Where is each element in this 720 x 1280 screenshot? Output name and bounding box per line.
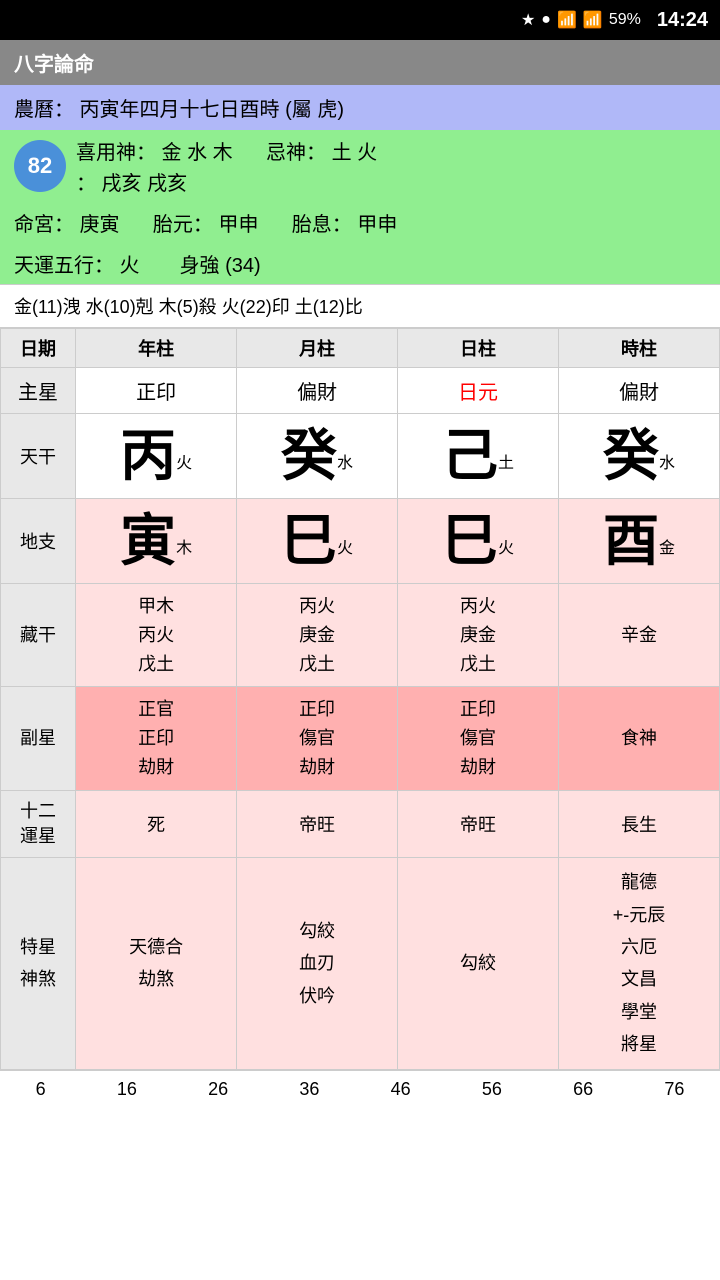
num-46: 46 (391, 1079, 411, 1100)
texing-ri: 勾絞 (398, 858, 559, 1069)
tiangan-shi: 癸水 (559, 414, 720, 499)
app-title: 八字論命 (0, 40, 720, 85)
dizhi-nian: 寅木 (76, 499, 237, 584)
header-date: 日期 (1, 329, 76, 368)
shierxing-nian: 死 (76, 790, 237, 857)
canggan-label: 藏干 (1, 584, 76, 687)
shengqiang-text: 身強 (34) (180, 249, 261, 278)
jishen-text: 忌神： 土 火 (266, 142, 377, 164)
canggan-shi: 辛金 (559, 584, 720, 687)
tiangan-nian: 丙火 (76, 414, 237, 499)
wifi-icon: 📶 (557, 10, 577, 30)
num-26: 26 (208, 1079, 228, 1100)
lunar-date: 農曆： 丙寅年四月十七日酉時 (屬 虎) (0, 85, 720, 130)
shierxing-row: 十二 運星 死 帝旺 帝旺 長生 (1, 790, 720, 857)
zhuxing-nian: 正印 (76, 368, 237, 414)
header-ri: 日柱 (398, 329, 559, 368)
taiyuan-text: 胎元： 甲申 (153, 214, 259, 236)
status-icons: ★ ● 📶 📶 59% (521, 10, 641, 30)
zhuxing-row: 主星 正印 偏財 日元 偏財 (1, 368, 720, 414)
fuxing-ri: 正印 傷官 劫財 (398, 687, 559, 790)
shierxing-shi: 長生 (559, 790, 720, 857)
clock: 14:24 (657, 9, 708, 32)
num-76: 76 (664, 1079, 684, 1100)
texing-shi: 龍德 +-元辰 六厄 文昌 學堂 將星 (559, 858, 720, 1069)
fuxing-yue: 正印 傷官 劫財 (237, 687, 398, 790)
fuxing-nian: 正官 正印 劫財 (76, 687, 237, 790)
texing-row: 特星 神煞 天德合 劫煞 勾絞 血刃 伏吟 勾絞 龍德 +-元辰 六厄 文昌 學… (1, 858, 720, 1069)
tiangan-ri: 己土 (398, 414, 559, 499)
zhuxing-yue: 偏財 (237, 368, 398, 414)
zhuxing-ri: 日元 (398, 368, 559, 414)
xiyong-text: 喜用神： 金 水 木 (76, 142, 233, 164)
dizhi-yue: 巳火 (237, 499, 398, 584)
taixi-text: 胎息： 甲申 (292, 214, 398, 236)
tiangan-label: 天干 (1, 414, 76, 499)
fuxing-label: 副星 (1, 687, 76, 790)
canggan-yue: 丙火 庚金 戊土 (237, 584, 398, 687)
battery-text: 59% (609, 11, 641, 29)
info1-text: 喜用神： 金 水 木 忌神： 土 火 ： 戌亥 戌亥 (76, 136, 377, 196)
num-16: 16 (117, 1079, 137, 1100)
score-circle: 82 (14, 140, 66, 192)
header-shi: 時柱 (559, 329, 720, 368)
texing-nian: 天德合 劫煞 (76, 858, 237, 1069)
num-56: 56 (482, 1079, 502, 1100)
canggan-row: 藏干 甲木 丙火 戊土 丙火 庚金 戊土 丙火 庚金 戊土 辛金 (1, 584, 720, 687)
fuxing-row: 副星 正官 正印 劫財 正印 傷官 劫財 正印 傷官 劫財 食神 (1, 687, 720, 790)
notification-icon: ● (541, 11, 551, 29)
bottom-numbers: 6 16 26 36 46 56 66 76 (0, 1070, 720, 1108)
main-table: 日期 年柱 月柱 日柱 時柱 主星 正印 偏財 日元 偏財 天干 丙火 癸水 己… (0, 328, 720, 1070)
canggan-ri: 丙火 庚金 戊土 (398, 584, 559, 687)
bluetooth-icon: ★ (521, 10, 535, 30)
num-36: 36 (299, 1079, 319, 1100)
dizhi-row: 地支 寅木 巳火 巳火 酉金 (1, 499, 720, 584)
header-yue: 月柱 (237, 329, 398, 368)
fuxing-shi: 食神 (559, 687, 720, 790)
shierxing-label: 十二 運星 (1, 790, 76, 857)
signal-icon: 📶 (583, 10, 603, 30)
xiyong-line: 喜用神： 金 水 木 忌神： 土 火 (76, 136, 377, 165)
tiangan-row: 天干 丙火 癸水 己土 癸水 (1, 414, 720, 499)
dizhi-ri: 巳火 (398, 499, 559, 584)
shierxing-yue: 帝旺 (237, 790, 398, 857)
mingong-text: 命宮： 庚寅 (14, 214, 120, 236)
dizhi-shi: 酉金 (559, 499, 720, 584)
dizhi-label: 地支 (1, 499, 76, 584)
zhuxing-shi: 偏財 (559, 368, 720, 414)
tianyun-text: 天運五行： 火 (14, 249, 140, 278)
canggan-nian: 甲木 丙火 戊土 (76, 584, 237, 687)
tianyun-section: 天運五行： 火 身強 (34) (0, 243, 720, 284)
texing-label: 特星 神煞 (1, 858, 76, 1069)
num-6: 6 (36, 1079, 46, 1100)
mingong-section: 命宮： 庚寅 胎元： 甲申 胎息： 甲申 (0, 202, 720, 243)
num-66: 66 (573, 1079, 593, 1100)
texing-yue: 勾絞 血刃 伏吟 (237, 858, 398, 1069)
header-row: 日期 年柱 月柱 日柱 時柱 (1, 329, 720, 368)
shierxing-ri: 帝旺 (398, 790, 559, 857)
nayin-line: ： 戌亥 戌亥 (76, 167, 377, 196)
elements-section: 金(11)洩 水(10)剋 木(5)殺 火(22)印 土(12)比 (0, 284, 720, 328)
xiyong-section: 82 喜用神： 金 水 木 忌神： 土 火 ： 戌亥 戌亥 (0, 130, 720, 202)
status-bar: ★ ● 📶 📶 59% 14:24 (0, 0, 720, 40)
header-nian: 年柱 (76, 329, 237, 368)
zhuxing-label: 主星 (1, 368, 76, 414)
tiangan-yue: 癸水 (237, 414, 398, 499)
